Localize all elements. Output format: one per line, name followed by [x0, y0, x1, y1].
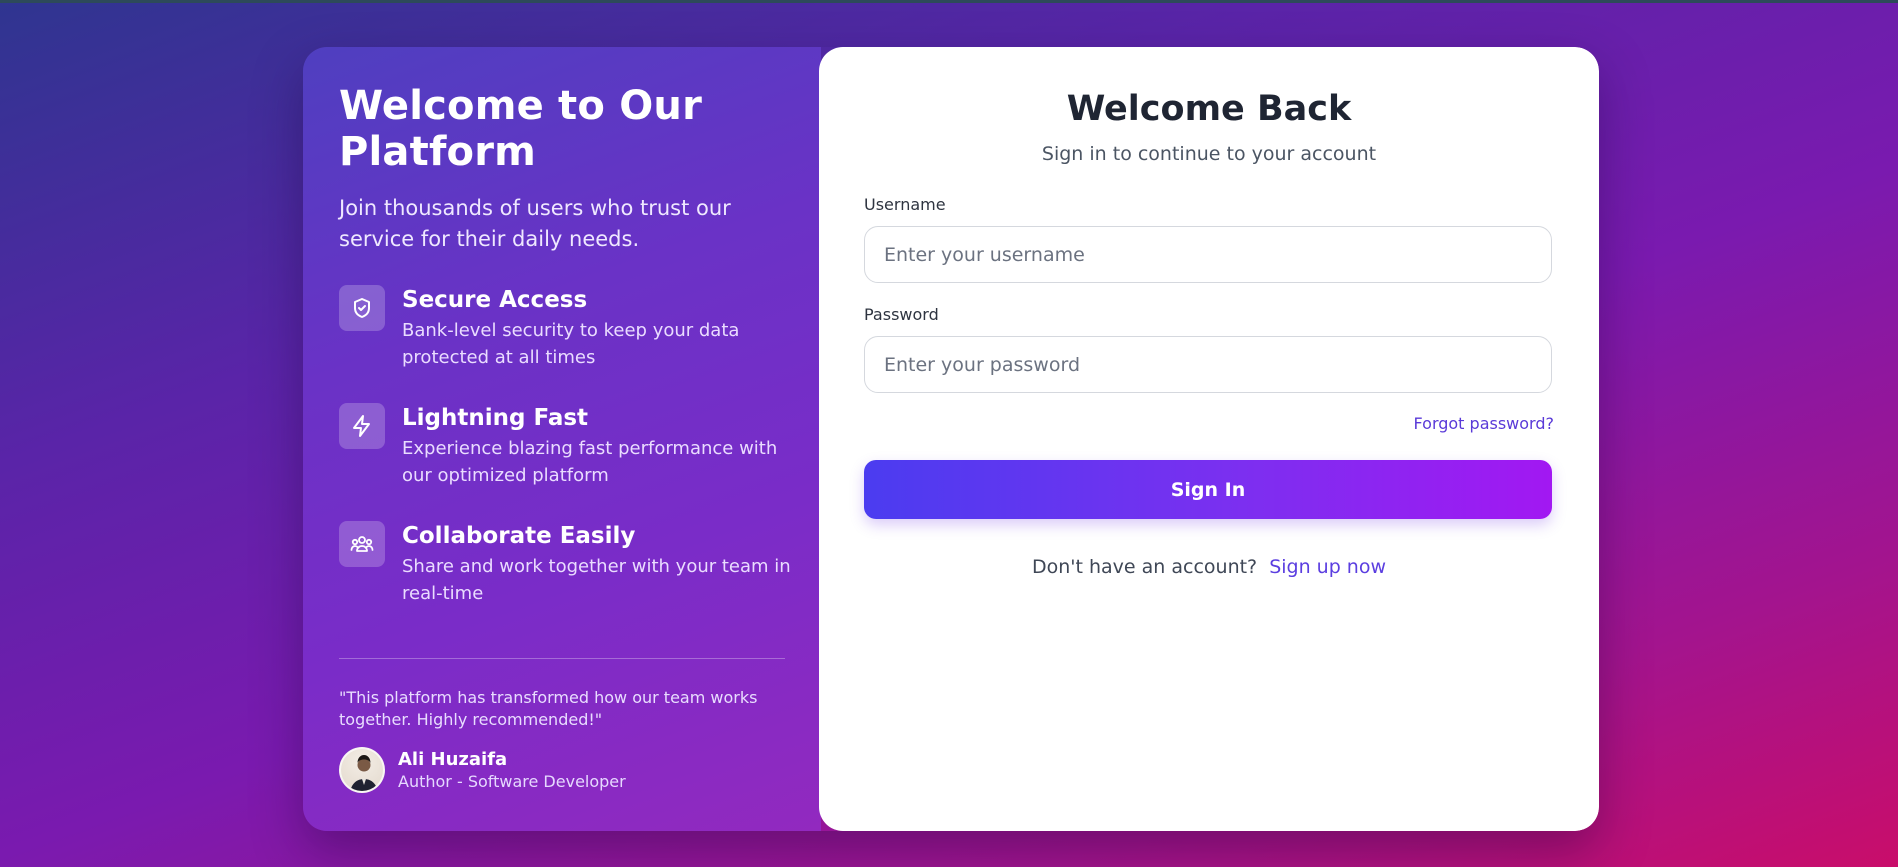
feature-text: Collaborate Easily Share and work togeth…	[402, 521, 792, 615]
username-label: Username	[864, 195, 946, 214]
feature-title: Collaborate Easily	[402, 523, 636, 549]
password-label: Password	[864, 305, 939, 324]
welcome-intro: Join thousands of users who trust our se…	[339, 196, 731, 251]
users-icon	[339, 521, 385, 567]
welcome-title: Welcome to Our Platform	[339, 83, 702, 175]
feature-description: Share and work together with your team i…	[402, 556, 791, 604]
form-title: Welcome Back	[1066, 89, 1352, 129]
feature-title: Lightning Fast	[402, 405, 589, 431]
feature-title: Secure Access	[402, 287, 588, 313]
author-role: Author - Software Developer	[398, 771, 626, 791]
password-input[interactable]	[864, 336, 1552, 393]
username-input[interactable]	[864, 226, 1552, 283]
forgot-password-link[interactable]: Forgot password?	[1414, 414, 1554, 433]
sign-in-panel: Welcome Back Sign in to continue to your…	[819, 47, 1599, 831]
shield-check-icon	[339, 285, 385, 331]
lightning-icon	[339, 403, 385, 449]
testimonial-quote: "This platform has transformed how our t…	[339, 688, 758, 729]
top-border-line	[0, 0, 1898, 3]
testimonial-divider	[339, 658, 785, 659]
welcome-panel: Welcome to Our Platform Join thousands o…	[303, 47, 821, 831]
signup-prompt: Don't have an account?	[1031, 556, 1258, 578]
testimonial-author: Ali Huzaifa Author - Software Developer	[339, 747, 626, 793]
login-card: Welcome to Our Platform Join thousands o…	[303, 47, 1599, 831]
signup-row: Don't have an account? Sign up now	[819, 556, 1599, 578]
feature-item-collaborate-easily: Collaborate Easily Share and work togeth…	[339, 521, 791, 615]
signup-link[interactable]: Sign up now	[1269, 556, 1386, 578]
feature-text: Lightning Fast Experience blazing fast p…	[402, 403, 792, 497]
feature-item-secure-access: Secure Access Bank-level security to kee…	[339, 285, 785, 379]
form-subtitle: Sign in to continue to your account	[1041, 143, 1377, 165]
avatar	[339, 747, 385, 793]
feature-item-lightning-fast: Lightning Fast Experience blazing fast p…	[339, 403, 785, 497]
feature-description: Bank-level security to keep your data pr…	[402, 320, 740, 368]
feature-description: Experience blazing fast performance with…	[402, 438, 778, 486]
sign-in-button[interactable]: Sign In	[864, 460, 1552, 519]
author-info: Ali Huzaifa Author - Software Developer	[398, 748, 626, 793]
author-name: Ali Huzaifa	[398, 748, 508, 770]
feature-list: Secure Access Bank-level security to kee…	[339, 285, 791, 615]
feature-text: Secure Access Bank-level security to kee…	[402, 285, 792, 379]
